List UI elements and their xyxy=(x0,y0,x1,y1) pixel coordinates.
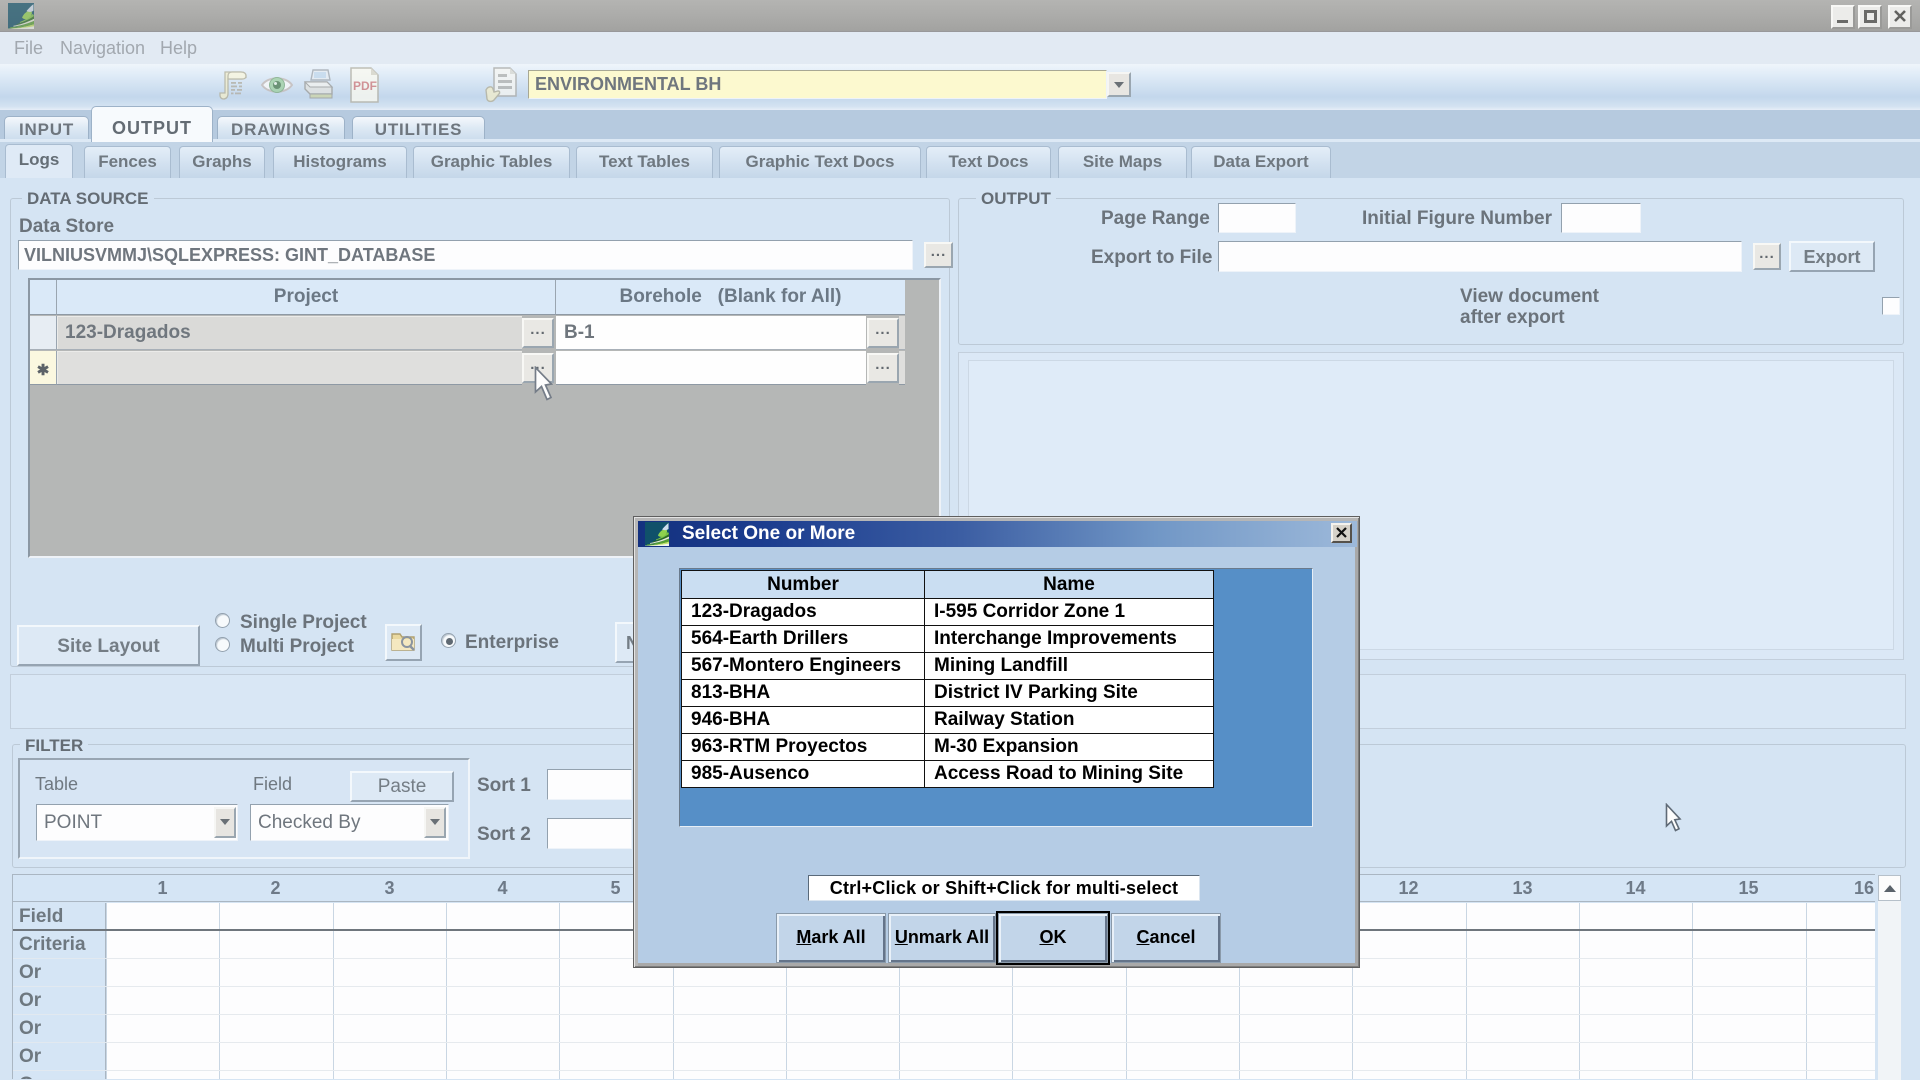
svg-text:PDF: PDF xyxy=(353,79,377,93)
